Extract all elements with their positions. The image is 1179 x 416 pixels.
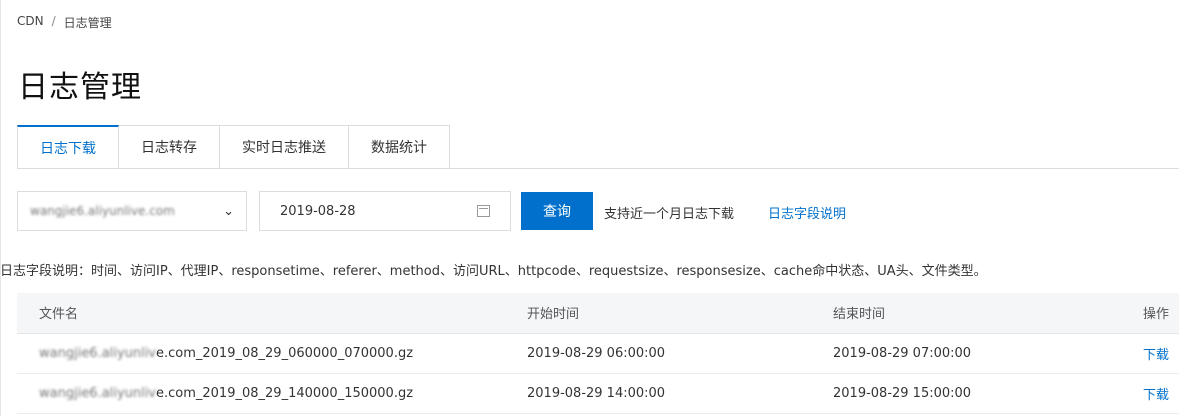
field-description-text: 日志字段说明：时间、访问IP、代理IP、responsetime、referer… bbox=[0, 264, 987, 279]
download-link[interactable]: 下载 bbox=[1143, 388, 1169, 403]
tab-statistics[interactable]: 数据统计 bbox=[349, 125, 450, 169]
breadcrumb-separator: / bbox=[51, 14, 56, 28]
date-input[interactable] bbox=[280, 203, 477, 219]
file-name-cell: wangjie6.aliyunlive.com_2019_08_29_06000… bbox=[17, 333, 509, 374]
tab-bar: 日志下载 日志转存 实时日志推送 数据统计 bbox=[17, 125, 450, 169]
file-name-host: wangjie6.aliyunliv bbox=[39, 345, 156, 361]
chevron-down-icon: ⌄ bbox=[223, 203, 234, 219]
file-name-host: wangjie6.aliyunliv bbox=[39, 385, 156, 401]
tab-realtime-push[interactable]: 实时日志推送 bbox=[220, 125, 349, 169]
download-range-hint: 支持近一个月日志下载 bbox=[604, 207, 735, 222]
tab-log-dump[interactable]: 日志转存 bbox=[119, 125, 220, 169]
column-header-start-time: 开始时间 bbox=[509, 293, 815, 334]
domain-select-value: wangjie6.aliyunlive.com bbox=[30, 204, 175, 218]
table-header-row: 文件名 开始时间 结束时间 操作 bbox=[17, 293, 1179, 334]
file-name-cell: wangjie6.aliyunlive.com_2019_08_29_14000… bbox=[17, 373, 509, 414]
download-link[interactable]: 下载 bbox=[1143, 348, 1169, 363]
breadcrumb-current: 日志管理 bbox=[63, 16, 112, 30]
query-button[interactable]: 查询 bbox=[521, 192, 593, 230]
table-row: wangjie6.aliyunlive.com_2019_08_29_06000… bbox=[17, 333, 1179, 374]
column-header-filename: 文件名 bbox=[17, 293, 509, 334]
tab-log-download[interactable]: 日志下载 bbox=[17, 125, 119, 169]
field-description-link[interactable]: 日志字段说明 bbox=[768, 203, 846, 222]
date-picker[interactable] bbox=[259, 191, 511, 231]
column-header-actions: 操作 bbox=[1135, 293, 1179, 334]
breadcrumb: CDN / 日志管理 bbox=[17, 14, 112, 31]
domain-select[interactable]: wangjie6.aliyunlive.com ⌄ bbox=[17, 191, 247, 231]
start-time-cell: 2019-08-29 06:00:00 bbox=[509, 333, 815, 374]
end-time-cell: 2019-08-29 07:00:00 bbox=[815, 333, 1135, 374]
file-name-suffix: e.com_2019_08_29_060000_070000.gz bbox=[156, 345, 414, 361]
file-name-suffix: e.com_2019_08_29_140000_150000.gz bbox=[156, 385, 414, 401]
tab-divider bbox=[17, 168, 1179, 169]
table-row: wangjie6.aliyunlive.com_2019_08_29_14000… bbox=[17, 373, 1179, 414]
page-title: 日志管理 bbox=[18, 70, 142, 105]
column-header-end-time: 结束时间 bbox=[815, 293, 1135, 334]
start-time-cell: 2019-08-29 14:00:00 bbox=[509, 373, 815, 414]
end-time-cell: 2019-08-29 15:00:00 bbox=[815, 373, 1135, 414]
left-border bbox=[0, 0, 1, 416]
breadcrumb-root[interactable]: CDN bbox=[17, 14, 44, 31]
calendar-icon[interactable] bbox=[477, 205, 490, 217]
log-file-table: 文件名 开始时间 结束时间 操作 wangjie6.aliyunlive.com… bbox=[17, 293, 1179, 414]
